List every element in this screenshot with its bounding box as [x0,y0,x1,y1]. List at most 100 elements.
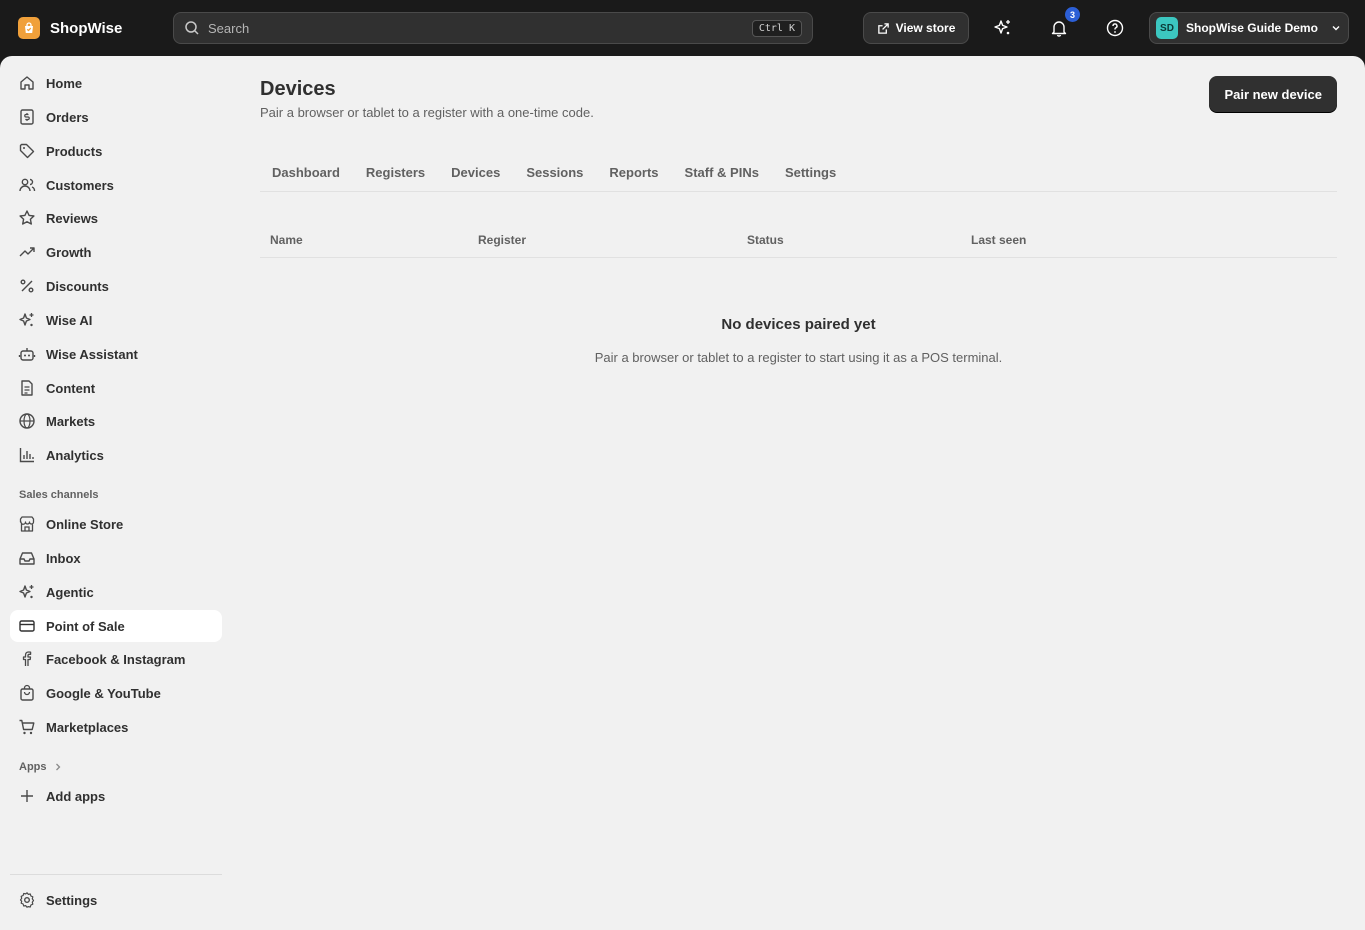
tab-reports[interactable]: Reports [597,156,670,188]
sidebar-item-analytics[interactable]: Analytics [10,439,222,471]
help-button[interactable] [1101,14,1129,42]
sales-channels-heading: Sales channels [19,489,99,501]
sidebar-item-label: Markets [46,413,96,429]
sidebar-item-growth[interactable]: Growth [10,236,222,268]
column-header-name[interactable]: Name [270,233,303,247]
add-apps-label: Add apps [46,788,106,804]
gear-icon [19,892,35,908]
cart-icon [19,719,35,735]
sidebar-item-wise-ai[interactable]: Wise AI [10,304,222,336]
sidebar-item-marketplaces[interactable]: Marketplaces [10,711,222,743]
tab-settings[interactable]: Settings [773,156,848,188]
sidebar-item-products[interactable]: Products [10,135,222,167]
sidebar-item-label: Settings [46,892,98,908]
tab-devices[interactable]: Devices [439,156,512,188]
sidebar-item-inbox[interactable]: Inbox [10,542,222,574]
tab-sessions[interactable]: Sessions [514,156,595,188]
sparkles-icon [19,313,34,327]
empty-state-description: Pair a browser or tablet to a register t… [594,350,1003,365]
inbox-icon [19,552,35,565]
sidebar-item-label: Wise AI [46,312,93,328]
avatar: SD [1156,17,1178,39]
search-placeholder: Search [208,20,250,36]
sidebar-item-online-store[interactable]: Online Store [10,508,222,540]
shopwise-logo-icon [18,17,40,39]
bell-icon [1051,21,1067,37]
view-store-button[interactable]: View store [863,12,969,44]
external-link-icon [877,22,889,34]
column-header-register[interactable]: Register [478,233,526,247]
sidebar: Home Orders Products Customers Reviews G… [0,56,232,930]
brand-name: ShopWise [50,19,123,37]
document-icon [21,380,33,396]
main-content: Devices Pair a browser or tablet to a re… [260,56,1337,930]
sidebar-item-settings[interactable]: Settings [10,884,222,916]
sidebar-item-wise-assistant[interactable]: Wise Assistant [10,338,222,370]
chevron-down-icon [1332,26,1340,31]
brand[interactable]: ShopWise [18,16,122,40]
sidebar-item-label: Google & YouTube [46,685,161,701]
sidebar-item-content[interactable]: Content [10,372,222,404]
sparkles-button[interactable] [989,14,1017,42]
home-icon [20,76,34,90]
sidebar-item-point-of-sale[interactable]: Point of Sale [10,610,222,642]
search-icon [185,21,199,35]
search-shortcut: Ctrl K [751,19,802,37]
sidebar-item-reviews[interactable]: Reviews [10,202,222,234]
chevron-right-icon [55,763,60,771]
storefront-icon [19,516,35,532]
sidebar-item-facebook-instagram[interactable]: Facebook & Instagram [10,643,222,675]
sidebar-item-label: Facebook & Instagram [46,651,186,667]
bar-chart-icon [19,448,34,463]
app-shell: Home Orders Products Customers Reviews G… [0,56,1365,930]
pos-tabs: Dashboard Registers Devices Sessions Rep… [260,156,1337,192]
facebook-icon [22,651,32,666]
percent-icon [20,279,34,293]
apps-heading[interactable]: Apps [19,761,63,773]
sidebar-divider [10,874,222,875]
users-icon [19,178,36,192]
tag-icon [19,143,35,159]
help-circle-icon [1106,19,1124,37]
add-apps-button[interactable]: Add apps [10,780,222,812]
sidebar-item-label: Home [46,75,83,91]
sidebar-item-markets[interactable]: Markets [10,405,222,437]
orders-icon [20,109,34,125]
trending-up-icon [19,247,35,257]
sidebar-item-label: Growth [46,244,92,260]
page-subtitle: Pair a browser or tablet to a register w… [260,105,594,120]
top-bar: ShopWise Search Ctrl K View store 3 SD S… [0,0,1365,56]
tab-registers[interactable]: Registers [354,156,437,188]
sidebar-item-label: Orders [46,109,89,125]
tab-staff-pins[interactable]: Staff & PINs [673,156,771,188]
credit-card-icon [19,620,35,632]
column-header-last-seen[interactable]: Last seen [971,233,1026,247]
star-icon [19,210,35,225]
search-input[interactable]: Search Ctrl K [173,12,813,44]
sidebar-item-label: Products [46,143,103,159]
sidebar-item-label: Wise Assistant [46,346,138,362]
apps-label: Apps [19,761,47,773]
sidebar-item-customers[interactable]: Customers [10,169,222,201]
sidebar-item-label: Marketplaces [46,719,129,735]
tab-dashboard[interactable]: Dashboard [260,156,352,188]
sidebar-item-orders[interactable]: Orders [10,101,222,133]
bot-icon [18,348,36,361]
sidebar-item-label: Inbox [46,550,81,566]
view-store-label: View store [895,21,956,35]
sparkles-icon [994,20,1010,35]
sidebar-item-agentic[interactable]: Agentic [10,576,222,608]
sidebar-item-label: Customers [46,177,114,193]
sidebar-item-google-youtube[interactable]: Google & YouTube [10,677,222,709]
pair-new-device-button[interactable]: Pair new device [1209,76,1337,112]
plus-icon [21,790,33,802]
sidebar-item-home[interactable]: Home [10,67,222,99]
column-header-status[interactable]: Status [747,233,784,247]
globe-icon [19,413,35,429]
sidebar-item-label: Analytics [46,447,104,463]
account-menu[interactable]: SD ShopWise Guide Demo [1149,12,1349,44]
sidebar-item-discounts[interactable]: Discounts [10,270,222,302]
sidebar-item-label: Agentic [46,584,94,600]
sidebar-item-label: Content [46,380,96,396]
sparkles-icon [19,585,34,599]
